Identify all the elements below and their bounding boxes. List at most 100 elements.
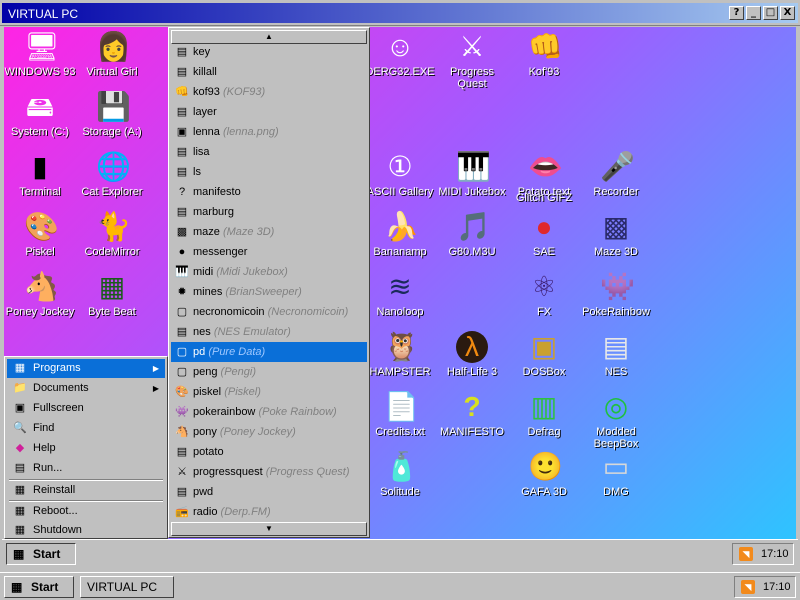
submenu-item-layer[interactable]: ▤ layer [171, 102, 367, 122]
desktop-icon-g80-m3u[interactable]: 🎵 G80.M3U [436, 211, 508, 258]
submenu-item-marburg[interactable]: ▤ marburg [171, 202, 367, 222]
submenu-item-killall[interactable]: ▤ killall [171, 62, 367, 82]
desktop-icon-poney-jockey[interactable]: 🐴 Poney Jockey [4, 271, 76, 318]
submenu-item-maze[interactable]: ▩ maze (Maze 3D) [171, 222, 367, 242]
submenu-item-necronomicoin[interactable]: ▢ necronomicoin (Necronomicoin) [171, 302, 367, 322]
taskbar-task-virtual-pc[interactable]: VIRTUAL PC [80, 576, 174, 598]
submenu-item-progressquest[interactable]: ⚔ progressquest (Progress Quest) [171, 462, 367, 482]
start-menu-item-fullscreen[interactable]: ▣ Fullscreen [7, 399, 165, 418]
submenu-item-ls[interactable]: ▤ ls [171, 162, 367, 182]
desktop-icon-dmg[interactable]: ▭ DMG [580, 451, 652, 498]
submenu-item-mines[interactable]: ✹ mines (BrianSweeper) [171, 282, 367, 302]
beepbox-icon: ◎ [603, 391, 629, 422]
window-titlebar[interactable]: VIRTUAL PC ? _ □ X [0, 0, 800, 26]
submenu-item-lenna[interactable]: ▣ lenna (lenna.png) [171, 122, 367, 142]
start-menu-item-documents[interactable]: 📁 Documents ▶ [7, 379, 165, 398]
submenu-item-midi[interactable]: 🎹 midi (Midi Jukebox) [171, 262, 367, 282]
desktop-icon-fx[interactable]: ⚛ FX [508, 271, 580, 318]
submenu-item-label: potato [193, 446, 224, 458]
desktop-icon-credits-txt[interactable]: 📄 Credits.txt [364, 391, 436, 438]
submenu-item-pony[interactable]: 🐴 pony (Poney Jockey) [171, 422, 367, 442]
submenu-item-manifesto[interactable]: ? manifesto [171, 182, 367, 202]
submenu-item-nes[interactable]: ▤ nes (NES Emulator) [171, 322, 367, 342]
start-menu-item-find[interactable]: 🔍 Find [7, 419, 165, 438]
lisa-app-icon: ▤ [176, 146, 188, 158]
desktop-icon-codemirror[interactable]: 🐈 CodeMirror [76, 211, 148, 258]
desktop-icon-midi-jukebox[interactable]: 🎹 MIDI Jukebox [436, 151, 508, 198]
desktop-icon-maze-3d[interactable]: ▩ Maze 3D [580, 211, 652, 258]
start-menu-item-help[interactable]: ◆ Help [7, 439, 165, 458]
desktop-icon-kof93[interactable]: 👊 Kof'93 [508, 31, 580, 78]
submenu-item-messenger[interactable]: ● messenger [171, 242, 367, 262]
submenu-item-label: peng [193, 366, 218, 378]
desktop-icon-half-life-3[interactable]: λ Half-Life 3 [436, 331, 508, 378]
desktop-icon-partial-le[interactable]: le [148, 91, 168, 103]
rss-icon[interactable]: ◥ [741, 580, 755, 594]
desktop-icon-storage-a[interactable]: 💾 Storage (A:) [76, 91, 148, 138]
submenu-scroll-down-button[interactable]: ▼ [171, 522, 367, 536]
bytebeat-icon: ▦ [98, 271, 126, 302]
start-menu-item-reinstall[interactable]: ▦ Reinstall [7, 481, 165, 500]
close-button[interactable]: X [780, 6, 795, 20]
desktop-icon-windows93[interactable]: 🖥 WINDOWS 93 [4, 31, 76, 78]
desktop-icon-manifesto[interactable]: ? MANIFESTO [436, 391, 508, 438]
desktop-icon-system-c[interactable]: 🖴 System (C:) [4, 91, 76, 138]
minimize-button[interactable]: _ [746, 6, 761, 20]
desktop-icon-derg32[interactable]: ☺ DERG32.EXE [364, 31, 436, 78]
start-menu-item-run[interactable]: ▤ Run... [7, 459, 165, 478]
rss-icon[interactable]: ◥ [739, 547, 753, 561]
start-menu[interactable]: ▦ Programs ▶ 📁 Documents ▶ ▣ Fullscreen 🔍 Find… [4, 356, 168, 539]
submenu-item-piskel[interactable]: 🎨 piskel (Piskel) [171, 382, 367, 402]
desktop-icon-recorder[interactable]: 🎤 Recorder [580, 151, 652, 198]
desktop-icon-defrag[interactable]: ▥ Defrag [508, 391, 580, 438]
desktop-icon-ascii-gallery[interactable]: ① ASCII Gallery [364, 151, 436, 198]
submenu-item-label: messenger [193, 246, 248, 258]
desktop-icon-partial-tr[interactable]: Tr [148, 151, 168, 163]
desktop-icon-progress-quest[interactable]: ⚔ Progress Quest [436, 31, 508, 90]
submenu-item-pd[interactable]: ▢ pd (Pure Data) [171, 342, 367, 362]
submenu-item-kof93[interactable]: 👊 kof93 (KOF93) [171, 82, 367, 102]
submenu-item-pwd[interactable]: ▤ pwd [171, 482, 367, 502]
desktop-icon-potato-text[interactable]: 👄 Potato text Glitch GIFZ [508, 151, 580, 210]
fullscreen-icon: ▣ [14, 402, 26, 414]
submenu-item-potato[interactable]: ▤ potato [171, 442, 367, 462]
sae-icon: ● [535, 211, 553, 242]
desktop-icon-gafa-3d[interactable]: 🙂 GAFA 3D [508, 451, 580, 498]
solitude-icon: 🧴 [384, 451, 419, 482]
submenu-item-label: maze [193, 226, 220, 238]
desktop-icon-virtual-girl[interactable]: 👩 Virtual Girl [76, 31, 148, 78]
desktop-icon-terminal[interactable]: ▮ Terminal [4, 151, 76, 198]
desktop-icon-bananamp[interactable]: 🍌 Bananamp [364, 211, 436, 258]
desktop-icon-dosbox[interactable]: ▣ DOSBox [508, 331, 580, 378]
submenu-item-pokerainbow[interactable]: 👾 pokerainbow (Poke Rainbow) [171, 402, 367, 422]
start-button[interactable]: ▦ Start [4, 576, 74, 598]
submenu-item-radio[interactable]: 📻 radio (Derp.FM) [171, 502, 367, 522]
start-menu-item-programs[interactable]: ▦ Programs ▶ [7, 359, 165, 378]
pwd-app-icon: ▤ [176, 486, 188, 498]
hampster-icon: 🦉 [384, 331, 419, 362]
desktop-icon-cat-explorer[interactable]: 🌐 Cat Explorer [76, 151, 148, 198]
inner-start-button[interactable]: ▦ Start [6, 543, 76, 565]
desktop-icon-nanoloop[interactable]: ≋ Nanoloop [364, 271, 436, 318]
desktop-icon-nes[interactable]: ▤ NES [580, 331, 652, 378]
submenu-item-label: manifesto [193, 186, 241, 198]
start-menu-item-reboot[interactable]: ▦ Reboot... [7, 502, 165, 521]
desktop-icon-hampster[interactable]: 🦉 HAMPSTER [364, 331, 436, 378]
help-button[interactable]: ? [729, 6, 744, 20]
desktop-icon-pokerainbow[interactable]: 👾 PokeRainbow [580, 271, 652, 318]
programs-submenu[interactable]: ▲ ▤ key ▤ killall 👊 kof93 (KOF93) ▤ layer ▣ lenna… [168, 27, 370, 538]
submenu-item-description: (Maze 3D) [222, 226, 275, 238]
submenu-item-key[interactable]: ▤ key [171, 42, 367, 62]
pokerainbow-icon: 👾 [600, 271, 635, 302]
desktop-icon-sae[interactable]: ● SAE [508, 211, 580, 258]
submenu-item-lisa[interactable]: ▤ lisa [171, 142, 367, 162]
maximize-button[interactable]: □ [763, 6, 778, 20]
submenu-item-description: (Piskel) [224, 386, 261, 398]
submenu-item-peng[interactable]: ▢ peng (Pengi) [171, 362, 367, 382]
start-menu-item-shutdown[interactable]: ▦ Shutdown [7, 521, 165, 540]
kof-icon: 👊 [528, 31, 563, 62]
desktop-icon-modded-beepbox[interactable]: ◎ Modded BeepBox [580, 391, 652, 450]
desktop-icon-solitude[interactable]: 🧴 Solitude [364, 451, 436, 498]
desktop-icon-byte-beat[interactable]: ▦ Byte Beat [76, 271, 148, 318]
desktop-icon-piskel[interactable]: 🎨 Piskel [4, 211, 76, 258]
